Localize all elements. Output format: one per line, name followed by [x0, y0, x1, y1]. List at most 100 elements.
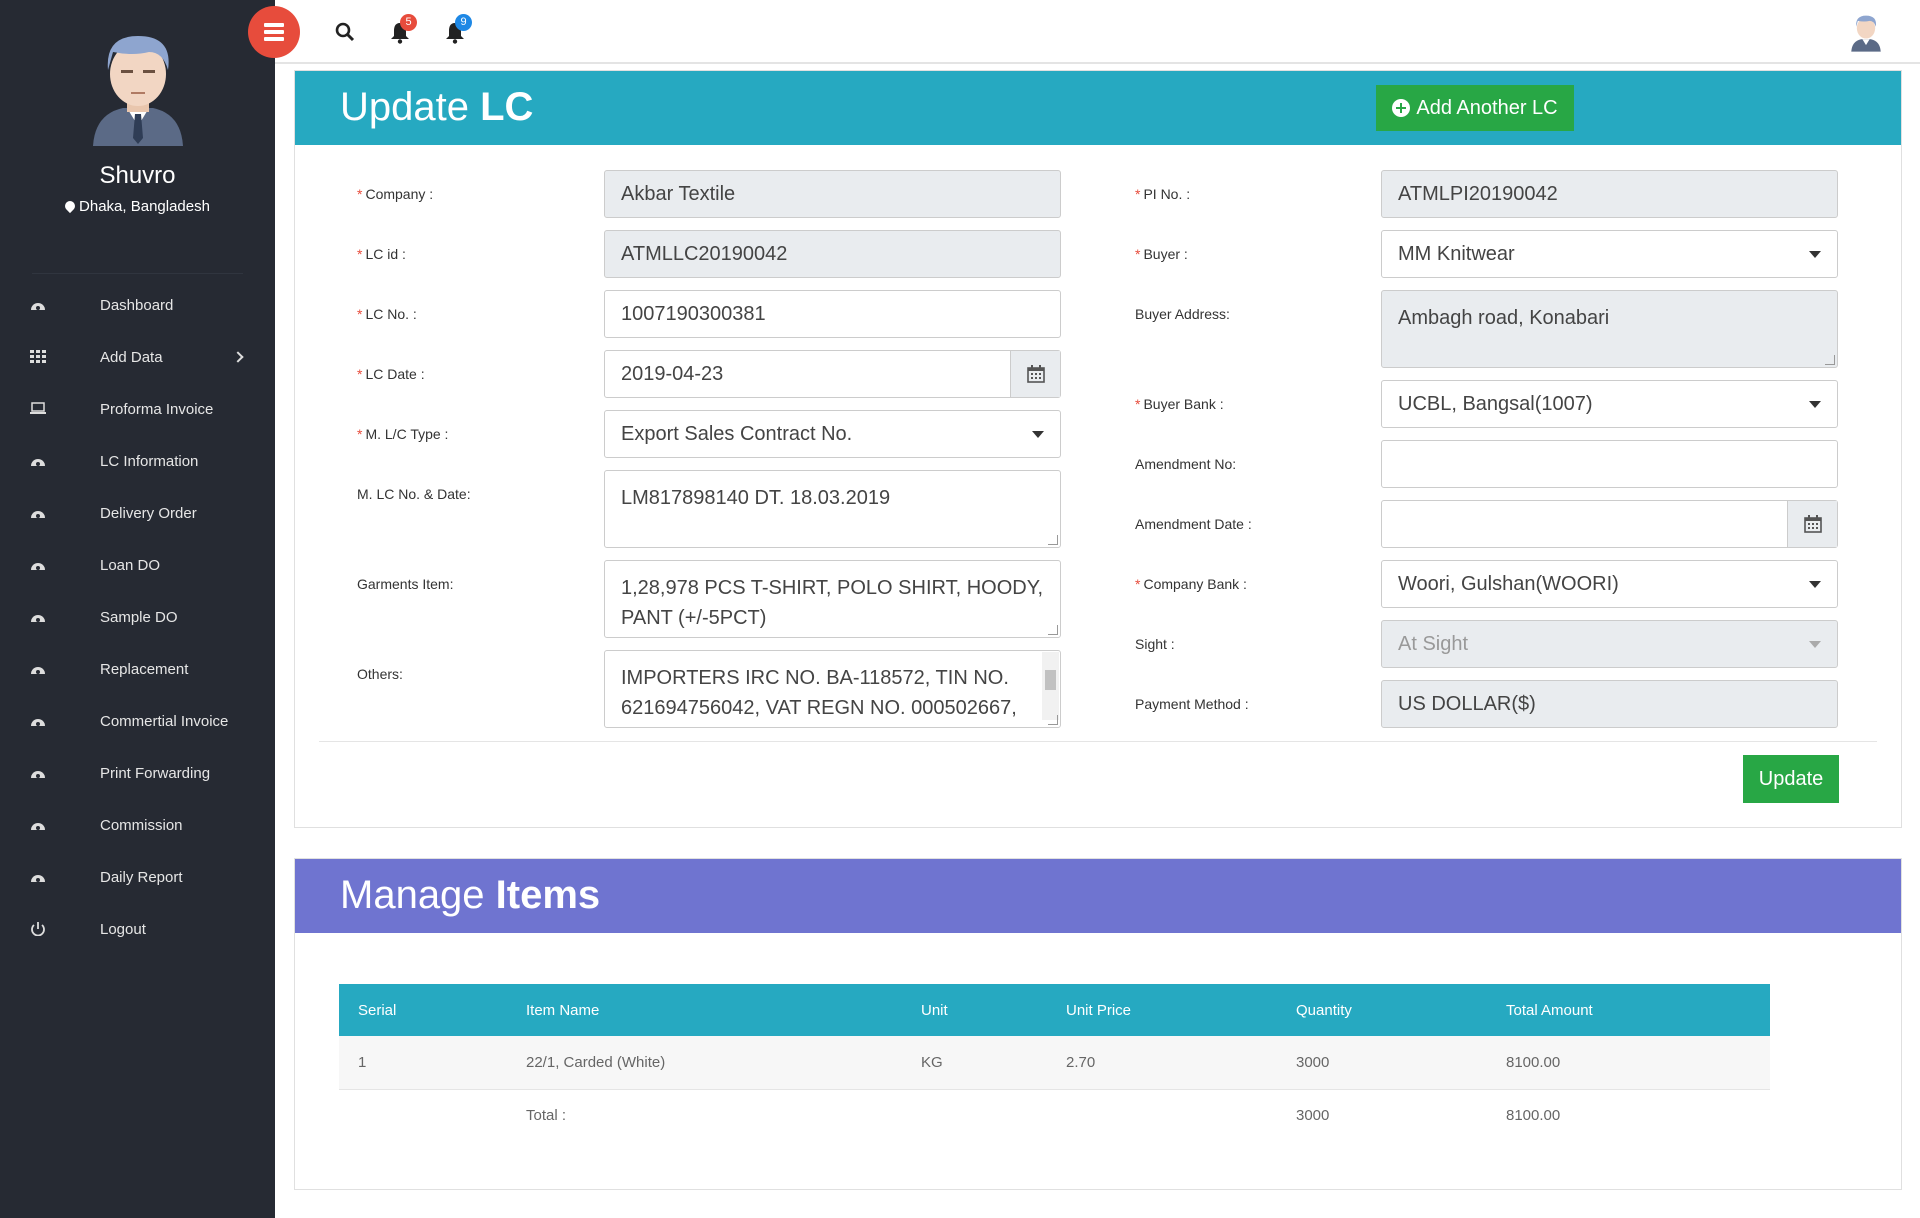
- pi-no-field[interactable]: ATMLPI20190042: [1381, 170, 1838, 218]
- notification-bell-2[interactable]: 9: [445, 14, 472, 44]
- payment-method-label: Payment Method :: [1135, 696, 1249, 712]
- lc-date-value: 2019-04-23: [621, 362, 724, 385]
- caret-down-icon: [1032, 431, 1044, 438]
- buyer-address-value: Ambagh road, Konabari: [1398, 307, 1610, 329]
- sidebar-item-loan-do[interactable]: Loan DO: [0, 539, 275, 591]
- search-icon[interactable]: [335, 22, 355, 42]
- buyer-address-textarea[interactable]: Ambagh road, Konabari: [1381, 290, 1838, 368]
- sidebar-item-label: Delivery Order: [100, 504, 197, 522]
- calendar-button[interactable]: [1010, 351, 1060, 397]
- amendment-date-input[interactable]: [1381, 500, 1838, 548]
- others-label: Others:: [357, 666, 403, 682]
- plus-circle-icon: [1392, 99, 1411, 117]
- sidebar-item-commission[interactable]: Commission: [0, 799, 275, 851]
- textarea-scrollbar[interactable]: [1042, 652, 1059, 720]
- payment-method-field[interactable]: US DOLLAR($): [1381, 680, 1838, 728]
- sidebar-item-add-data[interactable]: Add Data: [0, 331, 275, 383]
- grid-icon: [30, 350, 46, 363]
- company-bank-value: Woori, Gulshan(WOORI): [1398, 572, 1619, 595]
- menu-toggle-button[interactable]: [248, 6, 300, 58]
- cell-item-name: 22/1, Carded (White): [507, 1036, 902, 1090]
- amendment-no-input[interactable]: [1381, 440, 1838, 488]
- gauge-icon: [31, 719, 45, 726]
- cell-unit: KG: [902, 1036, 1047, 1090]
- user-name: Shuvro: [99, 162, 176, 189]
- column-header: Total Amount: [1487, 984, 1770, 1036]
- section-title: Manage Items: [340, 873, 600, 918]
- column-header: Serial: [339, 984, 507, 1036]
- cell-quantity: 3000: [1277, 1036, 1487, 1090]
- sidebar-item-delivery-order[interactable]: Delivery Order: [0, 487, 275, 539]
- update-button[interactable]: Update: [1743, 755, 1839, 803]
- lc-id-label: * LC id :: [357, 246, 406, 262]
- column-header: Quantity: [1277, 984, 1487, 1036]
- caret-down-icon: [1809, 401, 1821, 408]
- caret-down-icon: [1809, 581, 1821, 588]
- update-lc-header: Update LC Add Another LC: [295, 71, 1901, 145]
- buyer-select[interactable]: MM Knitwear: [1381, 230, 1838, 278]
- others-textarea[interactable]: IMPORTERS IRC NO. BA-118572, TIN NO. 621…: [604, 650, 1061, 728]
- buyer-label: * Buyer :: [1135, 246, 1188, 262]
- power-icon: [31, 922, 45, 936]
- sidebar-item-daily-report[interactable]: Daily Report: [0, 851, 275, 903]
- sidebar-item-dashboard[interactable]: Dashboard: [0, 279, 275, 331]
- mlc-type-select[interactable]: Export Sales Contract No.: [604, 410, 1061, 458]
- manage-items-header: Manage Items: [295, 859, 1901, 933]
- sidebar-item-lc-information[interactable]: LC Information: [0, 435, 275, 487]
- sidebar-nav: Dashboard Add Data Proforma Invoice LC I…: [0, 279, 275, 955]
- add-another-lc-label: Add Another LC: [1416, 96, 1558, 119]
- company-field[interactable]: Akbar Textile: [604, 170, 1061, 218]
- total-label: Total :: [526, 1107, 567, 1125]
- calendar-button[interactable]: [1787, 501, 1837, 547]
- company-bank-select[interactable]: Woori, Gulshan(WOORI): [1381, 560, 1838, 608]
- notification-badge: 5: [400, 14, 417, 31]
- topbar: 5 9: [248, 0, 1920, 64]
- sight-label: Sight :: [1135, 636, 1175, 652]
- gauge-icon: [31, 823, 45, 830]
- notification-bell-1[interactable]: 5: [390, 14, 417, 44]
- sidebar-item-commertial-invoice[interactable]: Commertial Invoice: [0, 695, 275, 747]
- gauge-icon: [31, 771, 45, 778]
- lc-id-field[interactable]: ATMLLC20190042: [604, 230, 1061, 278]
- sidebar-item-label: Loan DO: [100, 556, 161, 574]
- table-header-row: Serial Item Name Unit Unit Price Quantit…: [339, 984, 1770, 1036]
- calendar-icon: [1026, 365, 1045, 383]
- mlc-no-date-textarea[interactable]: LM817898140 DT. 18.03.2019: [604, 470, 1061, 548]
- column-header: Unit Price: [1047, 984, 1277, 1036]
- map-marker-icon: [62, 198, 78, 214]
- sidebar-item-logout[interactable]: Logout: [0, 903, 275, 955]
- user-avatar-small[interactable]: [1848, 12, 1884, 52]
- sidebar-item-print-forwarding[interactable]: Print Forwarding: [0, 747, 275, 799]
- amendment-date-label: Amendment Date :: [1135, 516, 1252, 532]
- lc-no-input[interactable]: 1007190300381: [604, 290, 1061, 338]
- mlc-type-label: * M. L/C Type :: [357, 426, 449, 442]
- add-another-lc-button[interactable]: Add Another LC: [1376, 85, 1574, 131]
- sidebar-item-label: Add Data: [100, 348, 163, 366]
- sight-value: At Sight: [1398, 632, 1469, 655]
- mlc-no-date-label: M. LC No. & Date:: [357, 486, 471, 502]
- sidebar-item-proforma-invoice[interactable]: Proforma Invoice: [0, 383, 275, 435]
- caret-down-icon: [1809, 251, 1821, 258]
- user-avatar: [92, 36, 183, 146]
- buyer-bank-select[interactable]: UCBL, Bangsal(1007): [1381, 380, 1838, 428]
- lc-date-input[interactable]: 2019-04-23: [604, 350, 1061, 398]
- resize-handle[interactable]: [1048, 535, 1058, 545]
- sidebar-item-label: Logout: [100, 920, 146, 938]
- sidebar-item-label: LC Information: [100, 452, 199, 470]
- gauge-icon: [31, 459, 45, 466]
- resize-handle[interactable]: [1825, 355, 1835, 365]
- items-table: Serial Item Name Unit Unit Price Quantit…: [339, 984, 1770, 1142]
- sidebar-item-label: Dashboard: [100, 296, 174, 314]
- lc-date-label: * LC Date :: [357, 366, 425, 382]
- sidebar-item-sample-do[interactable]: Sample DO: [0, 591, 275, 643]
- garments-item-textarea[interactable]: 1,28,978 PCS T-SHIRT, POLO SHIRT, HOODY,…: [604, 560, 1061, 638]
- resize-handle[interactable]: [1048, 715, 1058, 725]
- cell-total-amount: 8100.00: [1487, 1036, 1770, 1090]
- gauge-icon: [31, 563, 45, 570]
- total-row: Total : 3000 8100.00: [339, 1089, 1770, 1142]
- company-bank-label: * Company Bank :: [1135, 576, 1247, 592]
- dashboard-icon: [31, 303, 45, 310]
- calendar-icon: [1803, 515, 1822, 533]
- resize-handle[interactable]: [1048, 625, 1058, 635]
- sidebar-item-replacement[interactable]: Replacement: [0, 643, 275, 695]
